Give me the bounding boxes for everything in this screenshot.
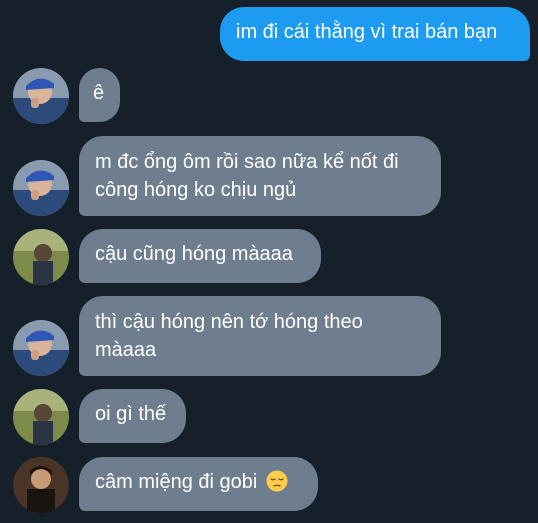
message-bubble-incoming[interactable]: oi gì thế	[79, 389, 186, 443]
message-text: im đi cái thằng vì trai bán bạn	[236, 21, 498, 43]
message-bubble-incoming[interactable]: câm miệng đi gobi	[79, 457, 318, 511]
message-text-line: m đc ổng ôm rồi sao nữa kể nốt đi	[95, 151, 399, 173]
message-text: câm miệng đi gobi	[95, 471, 258, 493]
message-bubble-outgoing[interactable]: im đi cái thằng vì trai bán bạn	[220, 7, 530, 61]
avatar-dark-portrait[interactable]	[13, 457, 69, 513]
avatar-blue-hat[interactable]	[13, 68, 69, 124]
message-text-line: công hóng ko chịu ngủ	[95, 179, 297, 201]
avatar-blue-hat[interactable]	[13, 160, 69, 216]
avatar-blue-hat[interactable]	[13, 320, 69, 376]
message-bubble-incoming[interactable]: ê	[79, 68, 120, 122]
message-text: ê	[93, 82, 105, 104]
message-bubble-incoming[interactable]: cậu cũng hóng màaaa	[79, 229, 321, 283]
message-bubble-incoming[interactable]: thì cậu hóng nên tớ hóng theo màaaa	[79, 296, 441, 376]
message-text-line: thì cậu hóng nên tớ hóng theo	[95, 311, 363, 333]
message-text-line: màaaa	[95, 339, 157, 361]
message-text: oi gì thế	[95, 403, 167, 425]
avatar-outdoor[interactable]	[13, 229, 69, 285]
message-text: cậu cũng hóng màaaa	[95, 243, 293, 265]
message-bubble-incoming[interactable]: m đc ổng ôm rồi sao nữa kể nốt đi công h…	[79, 136, 441, 216]
avatar-outdoor[interactable]	[13, 389, 69, 445]
pensive-face-icon	[266, 470, 288, 492]
